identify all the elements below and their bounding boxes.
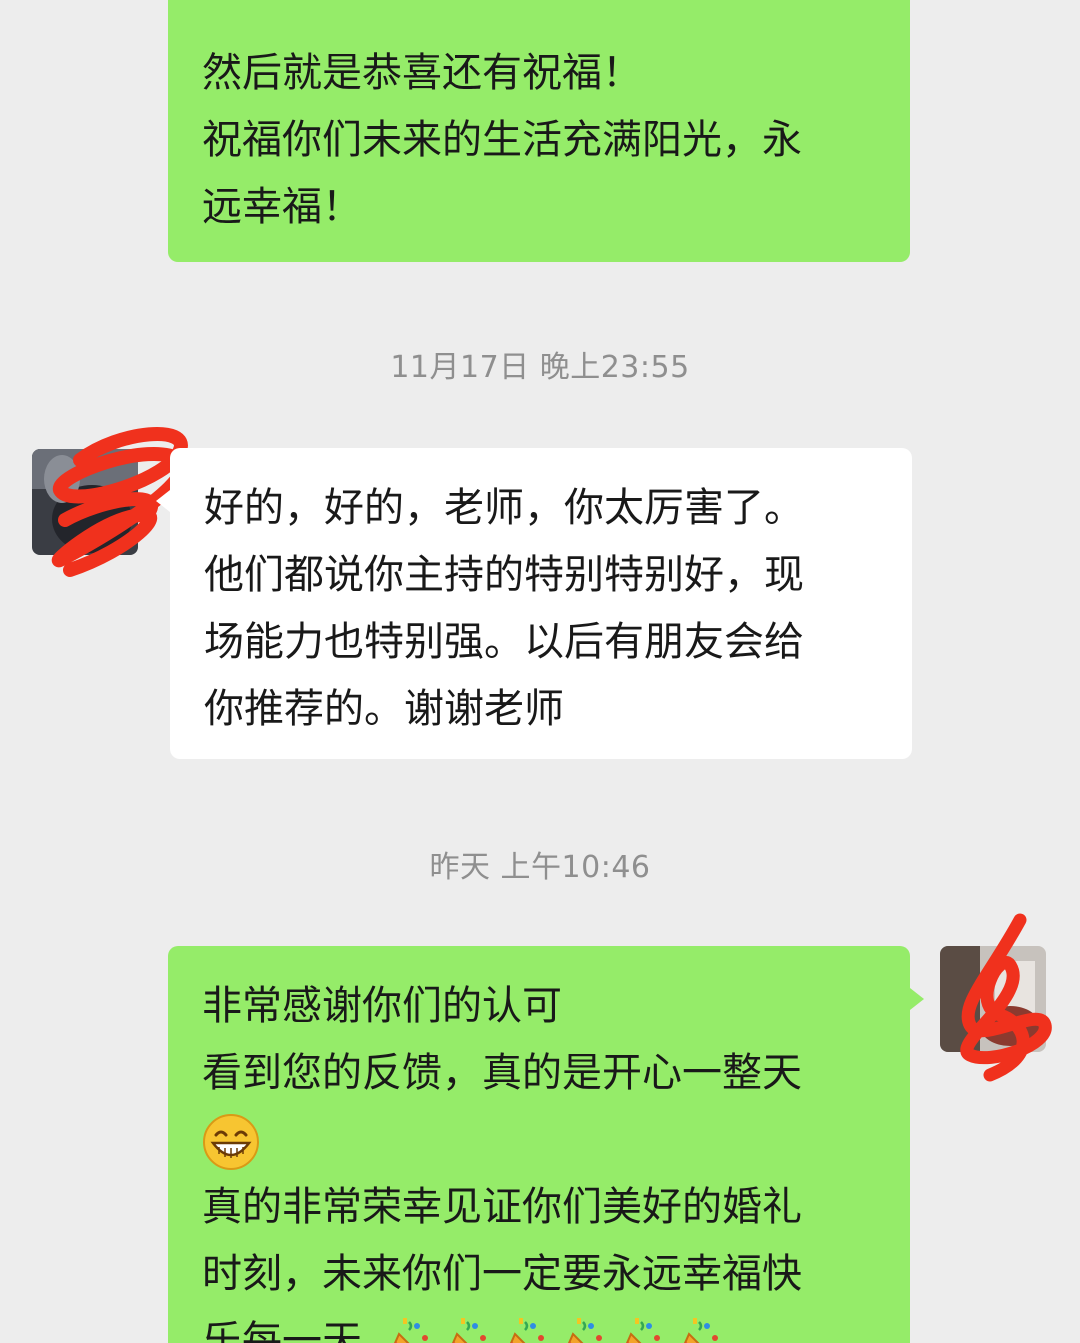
party-popper-icon [451, 1318, 486, 1343]
grinning-face-icon [203, 1114, 259, 1170]
message-line: 他们都说你主持的特别特别好，现 [204, 552, 804, 598]
message-line: 你推荐的。谢谢老师 [204, 686, 564, 732]
message-line: 看到您的反馈，真的是开心一整天 [202, 1050, 802, 1096]
bubble-tail [156, 490, 170, 512]
message-bubble-incoming[interactable]: 好的，好的，老师，你太厉害了。 他们都说你主持的特别特别好，现 场能力也特别强。… [170, 448, 912, 759]
chat-area[interactable]: 然后就是恭喜还有祝福！ 祝福你们未来的生活充满阳光，永 远幸福！ 11月17日 … [0, 0, 1080, 1343]
message-timestamp: 昨天 上午10:46 [429, 850, 651, 885]
party-popper-icon [509, 1318, 544, 1343]
message-line-with-emoji: 乐每一天 [202, 1308, 876, 1343]
message-line: 真的非常荣幸见证你们美好的婚礼 [202, 1184, 802, 1230]
message-line: 好的，好的，老师，你太厉害了。 [204, 485, 804, 531]
bubble-tail [910, 988, 924, 1010]
message-line: 场能力也特别强。以后有朋友会给 [204, 619, 804, 665]
message-line: 非常感谢你们的认可 [202, 983, 562, 1029]
party-popper-icon [683, 1318, 718, 1343]
emoji-line [202, 1107, 876, 1174]
party-popper-row [375, 1318, 723, 1343]
message-text: 乐每一天 [202, 1318, 362, 1343]
party-popper-icon [393, 1318, 428, 1343]
redaction-scribble-icon [960, 913, 1052, 1082]
message-line: 然后就是恭喜还有祝福！ [202, 50, 642, 96]
message-line: 远幸福！ [202, 184, 362, 230]
message-timestamp: 11月17日 晚上23:55 [390, 350, 690, 385]
message-bubble-outgoing[interactable]: 然后就是恭喜还有祝福！ 祝福你们未来的生活充满阳光，永 远幸福！ [168, 0, 910, 262]
message-bubble-outgoing[interactable]: 非常感谢你们的认可 看到您的反馈，真的是开心一整天 真的非常荣幸见证你们美好的婚… [168, 946, 910, 1343]
message-line: 时刻，未来你们一定要永远幸福快 [202, 1251, 802, 1297]
party-popper-icon [625, 1318, 660, 1343]
message-line: 祝福你们未来的生活充满阳光，永 [202, 117, 802, 163]
party-popper-icon [567, 1318, 602, 1343]
